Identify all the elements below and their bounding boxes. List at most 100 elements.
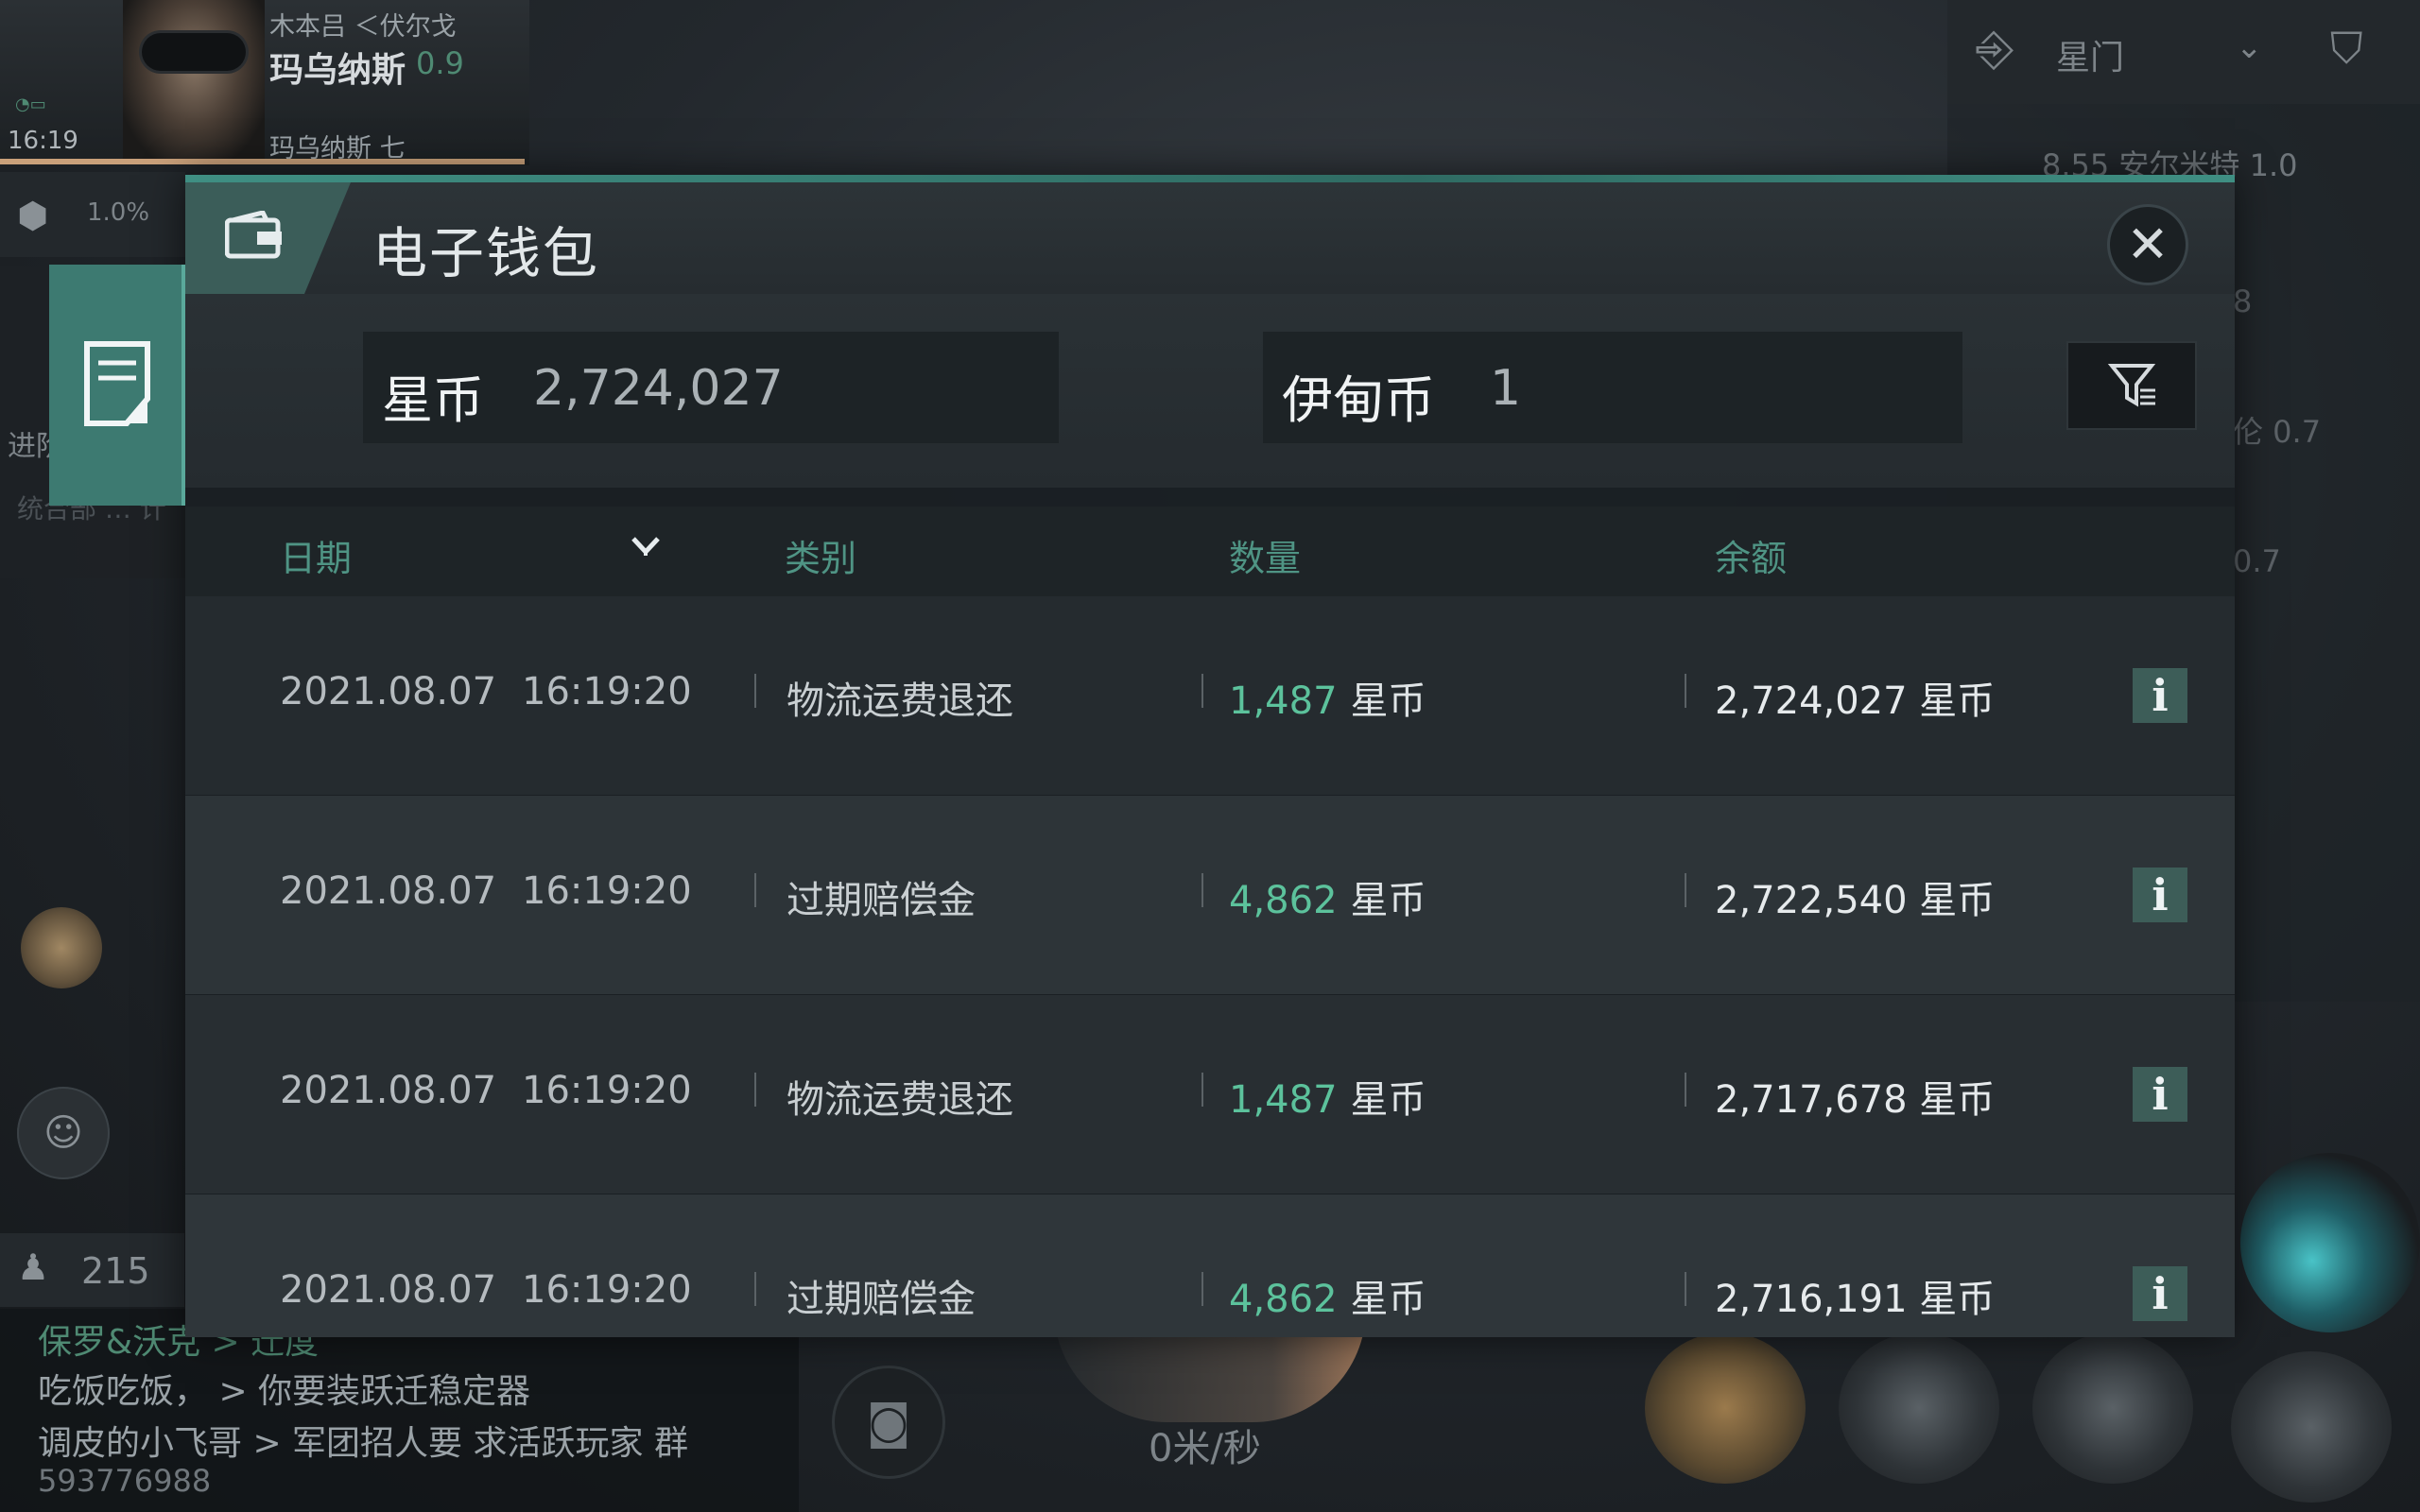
table-row[interactable]: 2021.08.07 16:19:20 物流运费退还 1,487 星币 2,724…	[185, 596, 2235, 795]
divider	[1685, 1272, 1686, 1306]
row-balance: 2,722,540 星币	[1715, 879, 1996, 922]
row-amount: 4,862 星币	[1229, 1268, 1426, 1323]
system-name[interactable]: 玛乌纳斯	[269, 43, 406, 92]
divider	[1201, 873, 1203, 907]
row-category: 物流运费退还	[786, 1078, 1013, 1122]
row-date: 2021.08.07	[280, 869, 497, 913]
row-category: 物流运费退还	[786, 679, 1013, 723]
transaction-list[interactable]: 2021.08.07 16:19:20 物流运费退还 1,487 星币 2,724…	[185, 596, 2235, 1337]
row-balance: 2,716,191 星币	[1715, 1278, 1996, 1321]
overview-row[interactable]: 0.7	[2233, 543, 2281, 579]
amount-unit: 星币	[1350, 1278, 1426, 1321]
row-date: 2021.08.07	[280, 1268, 497, 1312]
online-counter[interactable]: ♟ 215	[0, 1233, 184, 1307]
star-coin-value: 2,724,027	[533, 360, 784, 417]
info-button[interactable]: i	[2133, 1266, 2187, 1321]
portrait-goggles	[142, 33, 246, 71]
row-date: 2021.08.07	[280, 670, 497, 713]
amount-unit: 星币	[1350, 1078, 1426, 1122]
amount-unit: 星币	[1350, 679, 1426, 723]
module-slot-3[interactable]	[2032, 1332, 2193, 1484]
person-icon: ♟	[17, 1246, 50, 1288]
clock: 16:19	[8, 127, 78, 155]
module-slot-1[interactable]	[1645, 1332, 1806, 1484]
cargo-box-icon: ⬢	[17, 195, 49, 236]
title-tab	[185, 182, 351, 294]
table-row[interactable]: 2021.08.07 16:19:20 物流运费退还 1,487 星币 2,717…	[185, 995, 2235, 1194]
close-button[interactable]: ✕	[2110, 207, 2186, 283]
amount-unit: 星币	[1350, 879, 1426, 922]
afterburner-module[interactable]	[2240, 1153, 2420, 1332]
divider	[1201, 674, 1203, 708]
star-coin-label: 星币	[382, 370, 484, 430]
online-count: 215	[81, 1250, 150, 1292]
row-date: 2021.08.07	[280, 1069, 497, 1112]
column-date[interactable]: 日期	[280, 529, 352, 581]
contacts-button[interactable]: ☺	[17, 1087, 110, 1179]
star-coin-balance: 星币 2,724,027	[363, 332, 1059, 443]
balance-bar: 星币 2,724,027 伊甸币 1	[185, 294, 2235, 488]
divider	[754, 1272, 756, 1306]
character-portrait[interactable]	[123, 0, 265, 161]
ledger-icon	[84, 341, 150, 426]
column-category[interactable]: 类别	[785, 529, 856, 581]
info-button[interactable]: i	[2133, 1067, 2187, 1122]
row-time: 16:19:20	[522, 1268, 692, 1312]
ship-speed: 0米/秒	[1149, 1427, 1261, 1470]
compass-icon[interactable]	[21, 907, 102, 988]
eden-coin-label: 伊甸币	[1282, 370, 1435, 430]
row-amount: 1,487 星币	[1229, 1069, 1426, 1124]
table-row[interactable]: 2021.08.07 16:19:20 过期赔偿金 4,862 星币 2,722,…	[185, 796, 2235, 994]
column-balance[interactable]: 余额	[1715, 529, 1787, 581]
chat-line: 593776988	[38, 1463, 212, 1499]
overview-filter-label[interactable]: 星门	[2056, 30, 2124, 79]
divider	[1685, 674, 1686, 708]
info-button[interactable]: i	[2133, 668, 2187, 723]
row-time: 16:19:20	[522, 869, 692, 913]
divider	[1201, 1073, 1203, 1107]
amount-value: 1,487	[1229, 679, 1338, 723]
cargo-capacity[interactable]: ⬢ 1.0%	[0, 172, 185, 257]
overview-row[interactable]: 8	[2233, 284, 2252, 319]
amount-value: 1,487	[1229, 1078, 1338, 1122]
dialog-title: 电子钱包	[372, 221, 600, 285]
divider	[1685, 1073, 1686, 1107]
table-row[interactable]: 2021.08.07 16:19:20 过期赔偿金 4,862 星币 2,716,…	[185, 1194, 2235, 1337]
transactions-tab[interactable]	[49, 265, 185, 506]
chat-line: 调皮的小飞哥 > 军团招人要 求活跃玩家 群	[38, 1424, 688, 1463]
security-status: 0.9	[416, 45, 464, 81]
filter-icon[interactable]: ⛉	[2330, 23, 2363, 76]
character-hud: 木本吕 ＜伏尔戈 玛乌纳斯 0.9 玛乌纳斯 七 ◔▭ 16:19	[0, 0, 529, 165]
chat-panel[interactable]: 保罗&沃克 > 迁度 吃饭吃饭， > 你要装跃迁稳定器 调皮的小飞哥 > 军团招…	[0, 1309, 799, 1512]
divider	[754, 873, 756, 907]
chevron-down-icon[interactable]: ⌄	[2236, 28, 2263, 66]
info-button[interactable]: i	[2133, 868, 2187, 922]
row-amount: 1,487 星币	[1229, 670, 1426, 725]
chat-line: 吃饭吃饭， > 你要装跃迁稳定器	[38, 1372, 531, 1411]
filter-icon	[2107, 364, 2156, 407]
row-time: 16:19:20	[522, 670, 692, 713]
module-slot-2[interactable]	[1839, 1332, 1999, 1484]
row-time: 16:19:20	[522, 1069, 692, 1112]
column-amount[interactable]: 数量	[1229, 529, 1301, 581]
module-slot-4[interactable]	[2231, 1351, 2392, 1503]
portrait-bar	[0, 159, 525, 164]
camera-button[interactable]: ◙	[832, 1366, 945, 1479]
divider	[754, 674, 756, 708]
row-category: 过期赔偿金	[786, 1278, 976, 1321]
row-balance: 2,724,027 星币	[1715, 679, 1996, 723]
dialog-title-bar: 电子钱包 ✕	[185, 182, 2235, 294]
eden-coin-value: 1	[1490, 360, 1522, 417]
sort-chevron-icon[interactable]	[622, 524, 669, 571]
overview-row[interactable]: 伦 0.7	[2233, 408, 2321, 452]
wallet-dialog: 电子钱包 ✕ 星币 2,724,027 伊甸币 1 日期 类别 数量 余额 20…	[185, 175, 2235, 1337]
wallet-icon	[225, 211, 282, 259]
row-balance: 2,717,678 星币	[1715, 1078, 1996, 1122]
amount-value: 4,862	[1229, 879, 1338, 922]
stargate-icon: ⎆	[1976, 21, 2014, 76]
dialog-top-line	[185, 175, 2235, 182]
amount-value: 4,862	[1229, 1278, 1338, 1321]
divider	[1201, 1272, 1203, 1306]
filter-button[interactable]	[2068, 343, 2195, 428]
overview-header: ⎆ 星门 ⌄ ⛉	[1947, 0, 2420, 104]
